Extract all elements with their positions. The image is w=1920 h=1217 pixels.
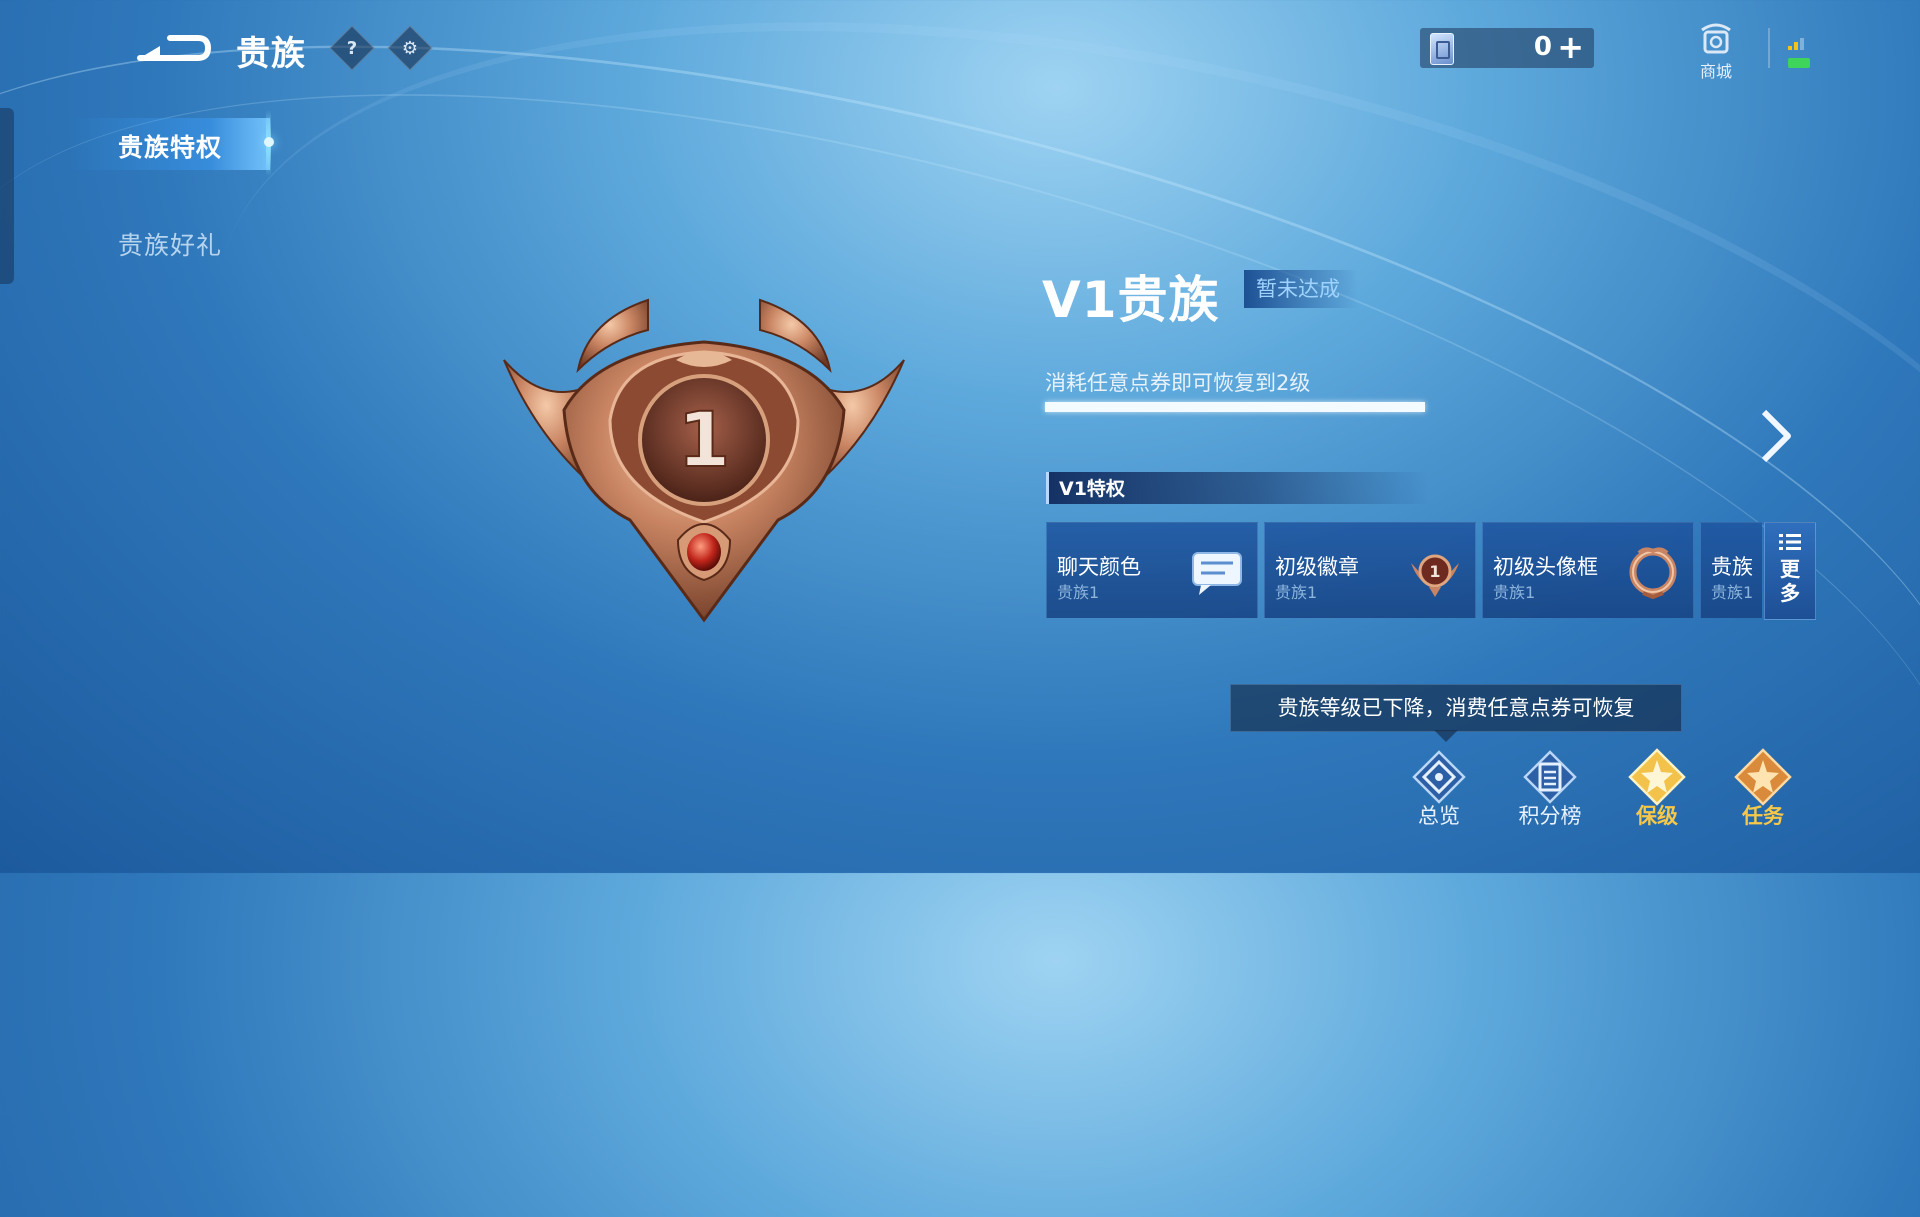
back-button[interactable] — [136, 28, 212, 68]
coupon-icon — [1430, 33, 1454, 65]
tab-label: 积分榜 — [1518, 804, 1582, 828]
back-arrow-icon — [137, 35, 212, 61]
help-button[interactable]: ? — [329, 25, 375, 71]
tab-tasks[interactable]: 任务 — [1718, 746, 1808, 830]
privilege-card-list[interactable]: 聊天颜色 贵族1 初级徽章 贵族1 1 初级头像框 贵族1 贵族 贵族1 — [1046, 522, 1762, 618]
coupon-balance: 0 + — [1420, 28, 1594, 68]
privilege-level: 贵族1 — [1711, 583, 1754, 602]
badge-level-number: 1 — [678, 395, 731, 484]
privilege-card-partial[interactable]: 贵族 贵族1 — [1700, 522, 1762, 618]
battery-icon — [1788, 58, 1810, 68]
settings-button[interactable]: ⚙ — [387, 25, 433, 71]
progress-fill — [1045, 402, 1425, 412]
leaderboard-icon — [1523, 750, 1577, 804]
more-privileges-button[interactable]: 更 多 — [1764, 522, 1816, 620]
tab-label: 总览 — [1418, 804, 1460, 828]
section-title: V1特权 — [1059, 478, 1125, 500]
shop-label: 商城 — [1699, 62, 1732, 81]
privilege-card-avatar-frame[interactable]: 初级头像框 贵族1 — [1482, 522, 1694, 618]
level-drop-toast: 贵族等级已下降，消费任意点券可恢复 — [1230, 684, 1682, 732]
restore-hint: 消耗任意点券即可恢复到2级 — [1045, 371, 1311, 395]
sidebar-item-gifts[interactable]: 贵族好礼 — [118, 226, 222, 262]
tasks-icon — [1734, 748, 1792, 806]
list-icon — [1779, 534, 1801, 550]
badge-icon-level: 1 — [1429, 562, 1440, 581]
privilege-card-badge[interactable]: 初级徽章 贵族1 1 — [1264, 522, 1476, 618]
more-label-1: 更 — [1780, 557, 1800, 581]
active-indicator-dot — [264, 137, 274, 147]
shop-button[interactable]: 商城 — [1688, 22, 1744, 82]
privilege-name: 初级徽章 — [1275, 555, 1359, 579]
toast-pointer — [1434, 730, 1458, 742]
shop-icon — [1701, 23, 1731, 54]
badge-icon: 1 — [1411, 554, 1459, 597]
tab-label: 任务 — [1742, 804, 1784, 828]
progress-bar — [1045, 402, 1425, 412]
privilege-name: 贵族 — [1711, 555, 1753, 579]
overview-icon — [1412, 750, 1466, 804]
next-level-button[interactable] — [1758, 408, 1792, 464]
sidebar-item-privileges[interactable]: 贵族特权 — [118, 128, 222, 164]
keep-level-icon — [1628, 748, 1686, 806]
coupon-count: 0 — [1533, 32, 1552, 62]
privilege-level: 贵族1 — [1057, 583, 1100, 602]
gear-icon: ⚙ — [401, 37, 419, 59]
privileges-section-header: V1特权 — [1046, 472, 1429, 504]
privilege-level: 贵族1 — [1275, 583, 1318, 602]
tab-keep-level[interactable]: 保级 — [1612, 746, 1702, 830]
chevron-right-icon — [1761, 409, 1791, 463]
page-title: 贵族 — [236, 34, 306, 74]
privilege-name: 聊天颜色 — [1057, 555, 1141, 579]
divider — [1768, 28, 1770, 68]
tab-leaderboard[interactable]: 积分榜 — [1505, 746, 1595, 830]
status-badge: 暂未达成 — [1244, 270, 1358, 308]
edge-handle[interactable] — [0, 108, 14, 284]
noble-level-badge: 1 — [503, 298, 905, 623]
tab-label: 保级 — [1636, 804, 1678, 828]
more-label-2: 多 — [1780, 581, 1800, 605]
tab-overview[interactable]: 总览 — [1394, 746, 1484, 830]
privilege-level: 贵族1 — [1493, 583, 1536, 602]
privilege-name: 初级头像框 — [1493, 555, 1598, 579]
add-coupon-button[interactable]: + — [1557, 30, 1584, 64]
privilege-card-chat-color[interactable]: 聊天颜色 贵族1 — [1046, 522, 1258, 618]
chat-bubble-icon — [1192, 552, 1242, 595]
help-icon: ? — [346, 37, 358, 59]
avatar-frame-icon — [1629, 547, 1677, 599]
level-title: V1贵族 — [1042, 271, 1220, 329]
